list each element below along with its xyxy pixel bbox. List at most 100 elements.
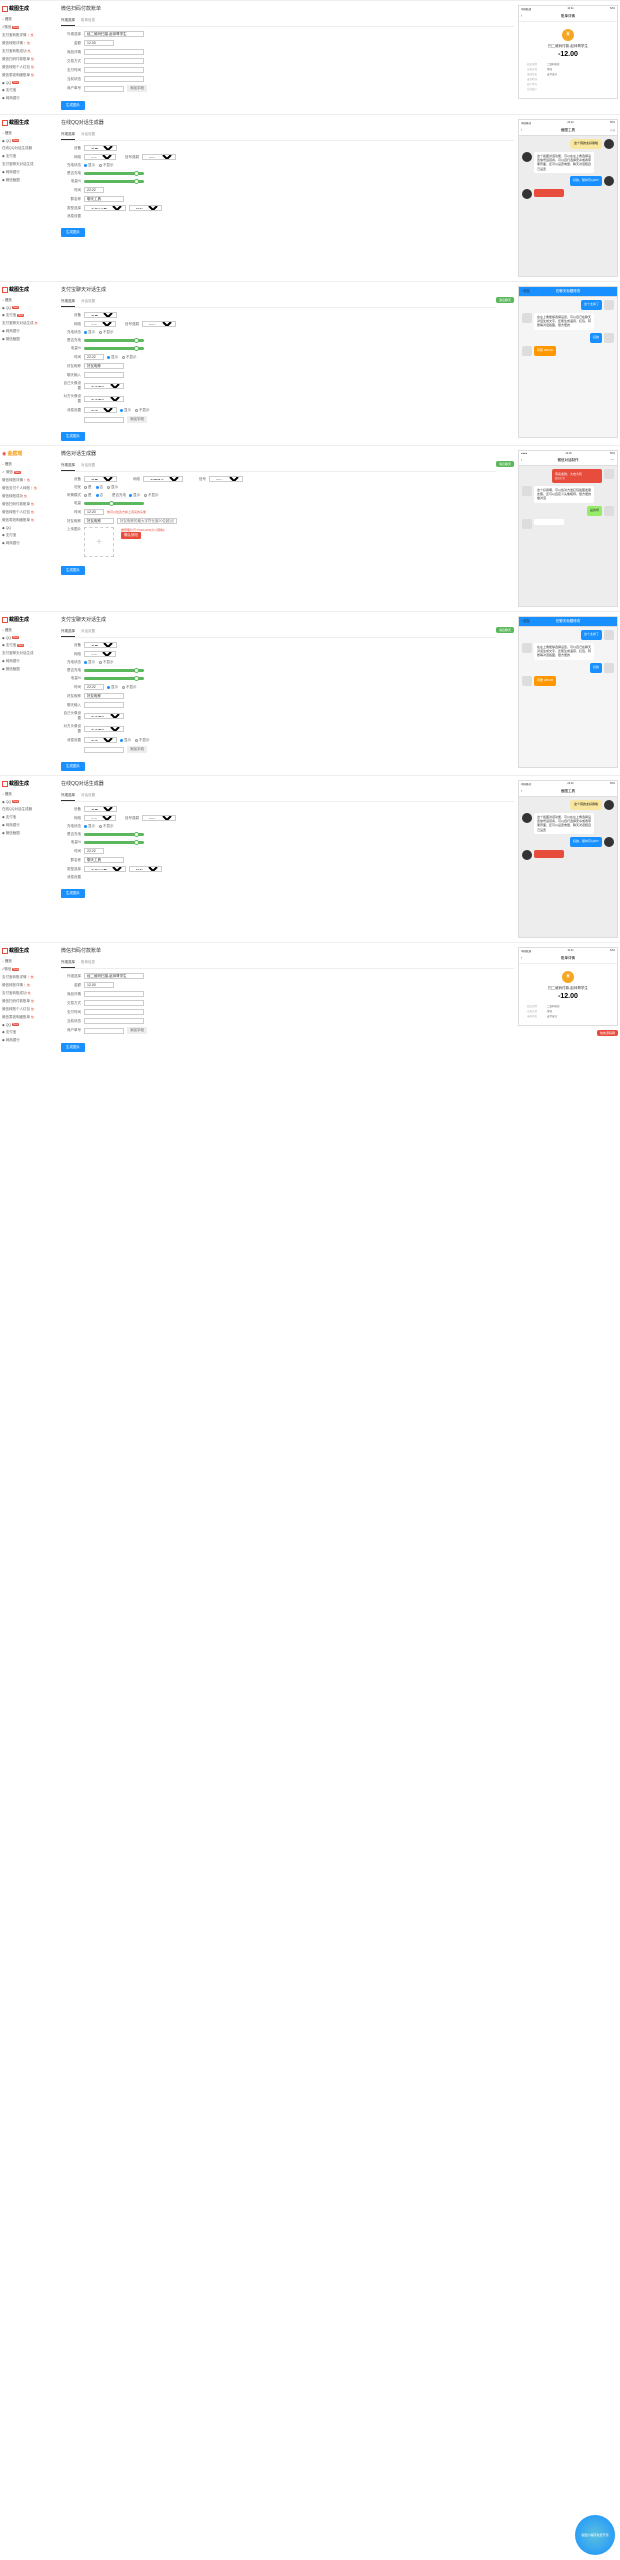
nav-bank[interactable]: ◆网商银行: [2, 1036, 57, 1044]
input-name[interactable]: [84, 693, 124, 699]
upload-box[interactable]: +: [84, 527, 114, 557]
tab-bill-info[interactable]: 账单信息: [81, 16, 95, 26]
nav-wechat[interactable]: ✓微信New: [2, 468, 57, 476]
tab[interactable]: 对话设置: [81, 791, 95, 801]
nav-qq[interactable]: ◆QQNew: [2, 1021, 57, 1028]
btn-add-field[interactable]: 添加字段: [127, 85, 147, 92]
btn-generate[interactable]: 生成图片: [61, 432, 85, 441]
input-msg[interactable]: [84, 417, 124, 423]
nav-qq-gen[interactable]: 在线QQ对话生成器: [2, 144, 57, 152]
select-signal[interactable]: 80%: [142, 154, 176, 160]
nav-alipay-chat[interactable]: 支付宝聊天对话生成热: [2, 319, 57, 327]
input-order[interactable]: [84, 86, 124, 92]
nav-wechat[interactable]: ✓微信New: [2, 965, 57, 973]
slider[interactable]: [84, 669, 144, 672]
tab-appearance[interactable]: 外观选择: [61, 130, 75, 140]
nav-item[interactable]: 微信零钱明细账单热: [2, 516, 57, 524]
nav-wechat[interactable]: ✓微信New: [2, 23, 57, 31]
nav-item[interactable]: 微信扫码付款账单热: [2, 500, 57, 508]
input-time[interactable]: [84, 848, 104, 854]
btn-generate[interactable]: 生成图片: [61, 889, 85, 898]
select-device[interactable]: 苹果: [84, 806, 117, 812]
nav-alipay[interactable]: ◆支付宝New: [2, 641, 57, 649]
nav-alipay[interactable]: ◆支付宝: [2, 152, 57, 160]
nav-wechat-ss[interactable]: ◆微信截图: [2, 335, 57, 343]
nav-alipay[interactable]: ◆支付宝: [2, 86, 57, 94]
input-name[interactable]: [84, 363, 124, 369]
nav-item[interactable]: 支付宝转账成功热: [2, 989, 57, 997]
select-type2[interactable]: 好友: [129, 205, 162, 211]
nav-home[interactable]: ⌂首页: [2, 129, 57, 137]
tab-chat[interactable]: 对话设置: [81, 461, 95, 471]
input-status[interactable]: [84, 49, 144, 55]
nav-item[interactable]: 微信扫码付款账单热: [2, 997, 57, 1005]
nav-item[interactable]: 微信零钱明细账单热: [2, 1013, 57, 1021]
nav-item[interactable]: 支付宝转账详情！热: [2, 973, 57, 981]
input-method[interactable]: [84, 58, 144, 64]
select-type2[interactable]: 好友: [129, 866, 162, 872]
nav-bank[interactable]: ◆网商银行: [2, 539, 57, 547]
nav-qq[interactable]: ◆QQNew: [2, 79, 57, 86]
slider[interactable]: [84, 833, 144, 836]
select-net[interactable]: Wifi: [84, 154, 116, 160]
btn-generate[interactable]: 生成图片: [61, 228, 85, 237]
nav-alipay[interactable]: ◆支付宝New: [2, 311, 57, 319]
slider-power[interactable]: [84, 339, 144, 342]
nav-item-4[interactable]: 微信扫码付款账单热: [2, 55, 57, 63]
tab[interactable]: 外观选择: [61, 791, 75, 801]
nav-home[interactable]: ⌂首页: [2, 460, 57, 468]
nav-wechat-ss[interactable]: ◆微信截图: [2, 176, 57, 184]
btn-generate[interactable]: 生成图片: [61, 762, 85, 771]
nav-bank[interactable]: ◆网商银行: [2, 94, 57, 102]
select-type[interactable]: 手机QQ群: [84, 205, 126, 211]
btn-confirm[interactable]: 确认修改: [121, 532, 141, 539]
input-theme[interactable]: [84, 973, 144, 979]
select-tone[interactable]: 文本: [84, 407, 117, 413]
nav-alipay[interactable]: ◆支付宝: [2, 1028, 57, 1036]
input-method[interactable]: [84, 1000, 144, 1006]
nav-bank[interactable]: ◆网商银行: [2, 327, 57, 335]
input-order[interactable]: [84, 1028, 124, 1034]
input-msg[interactable]: [84, 747, 124, 753]
select-sig[interactable]: 80%: [142, 815, 176, 821]
nav-wechat-ss[interactable]: ◆微信截图: [2, 665, 57, 673]
nav-qq[interactable]: ◆QQNew: [2, 798, 57, 805]
select-type[interactable]: 手机QQ群: [84, 866, 126, 872]
nav-alipay[interactable]: ◆支付宝: [2, 531, 57, 539]
select-avatar[interactable]: 本地图片: [84, 726, 124, 732]
select-signal[interactable]: 80%: [142, 321, 176, 327]
nav-wechat-ss[interactable]: ◆微信截图: [2, 829, 57, 837]
input-balance[interactable]: [84, 1018, 144, 1024]
btn-generate[interactable]: 生成图片: [61, 566, 85, 575]
nav-item-1[interactable]: 支付宝转账详情！热: [2, 31, 57, 39]
tab-appearance[interactable]: 外观选择: [61, 627, 75, 637]
input-time[interactable]: [84, 509, 104, 515]
select-self-avatar[interactable]: 本地图片: [84, 383, 124, 389]
input-time[interactable]: [84, 1009, 144, 1015]
nav-item-5[interactable]: 微信转账个人红包热: [2, 63, 57, 71]
input-status[interactable]: [84, 991, 144, 997]
btn-add[interactable]: 添加字段: [127, 746, 147, 753]
nav-item[interactable]: 微信转账详情！热: [2, 476, 57, 484]
nav-alipay[interactable]: ◆支付宝: [2, 813, 57, 821]
btn-add[interactable]: 添加字段: [127, 1027, 147, 1034]
slider-pct[interactable]: [84, 347, 144, 350]
tab-appearance[interactable]: 外观选择: [61, 297, 75, 307]
tab[interactable]: 外观选择: [61, 958, 75, 968]
input-theme[interactable]: [84, 31, 144, 37]
btn-generate[interactable]: 生成图片: [61, 1043, 85, 1052]
input-time[interactable]: [84, 684, 104, 690]
tab-chat[interactable]: 对话设置: [81, 297, 95, 307]
nav-item[interactable]: 微信转账个人红包热: [2, 508, 57, 516]
nav-qq-gen[interactable]: 在线QQ对话生成器: [2, 805, 57, 813]
select-sig[interactable]: 80%: [209, 476, 243, 482]
select-device[interactable]: 苹果: [84, 312, 117, 318]
input-paytime[interactable]: [84, 67, 144, 73]
input-chat[interactable]: [84, 372, 124, 378]
nav-item-6[interactable]: 微信零钱明细账单热: [2, 71, 57, 79]
input-name[interactable]: [84, 857, 124, 863]
nav-home[interactable]: ⌂首页: [2, 15, 57, 23]
nav-alipay-chat[interactable]: 支付宝聊天对话生成: [2, 649, 57, 657]
select-device[interactable]: 苹果: [84, 642, 117, 648]
nav-home[interactable]: ⌂首页: [2, 296, 57, 304]
